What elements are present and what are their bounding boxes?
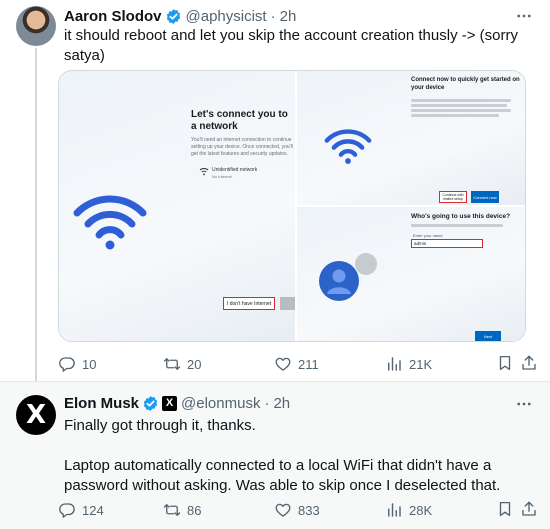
no-internet-button[interactable]: I don't have Internet — [223, 297, 275, 310]
views-count: 28K — [409, 502, 433, 518]
tweet-text: Finally got through it, thanks. Laptop a… — [64, 417, 501, 494]
text-line — [411, 109, 511, 112]
avatar[interactable]: X — [16, 395, 56, 435]
repost-button[interactable]: 20 — [163, 354, 201, 374]
repost-count: 86 — [187, 502, 202, 518]
heart-icon — [275, 357, 291, 371]
repost-icon — [163, 358, 181, 370]
bookmark-icon[interactable] — [496, 500, 514, 518]
more-options-icon[interactable] — [514, 6, 534, 26]
network-name: Unidentified network — [212, 167, 258, 173]
media-grid[interactable]: Let's connect you to a network You'll ne… — [58, 70, 526, 342]
connect-network-title: Let's connect you to a network — [191, 109, 288, 132]
text-line — [411, 114, 499, 117]
views-icon — [388, 357, 401, 371]
author-handle[interactable]: @elonmusk — [181, 395, 260, 412]
connect-network-subtitle: You'll need an internet connection to co… — [191, 137, 293, 157]
affiliate-badge-icon[interactable]: X — [162, 395, 178, 411]
text-line — [411, 224, 503, 227]
views-button[interactable]: 28K — [385, 500, 432, 520]
name-field-label: Enter your name — [413, 233, 443, 238]
x-logo-icon: X — [25, 400, 47, 430]
disabled-next-button — [280, 297, 295, 310]
wifi-icon — [324, 129, 372, 164]
more-options-icon[interactable] — [514, 394, 534, 414]
repost-count: 20 — [187, 356, 202, 372]
bookmark-icon[interactable] — [496, 354, 514, 372]
connect-now-button[interactable]: Connect now — [471, 191, 499, 203]
separator-dot: · — [270, 7, 276, 25]
name-field[interactable]: admin — [411, 239, 483, 248]
share-icon[interactable] — [520, 354, 538, 372]
reply-count: 124 — [82, 502, 104, 518]
separator-dot: · — [264, 394, 270, 412]
wifi-icon — [73, 195, 147, 250]
who-uses-device-title: Who's going to use this device? — [411, 213, 511, 220]
text-line — [411, 104, 507, 107]
screenshot-limited-setup[interactable]: Connect now to quickly get started on yo… — [297, 71, 525, 205]
views-icon — [388, 503, 401, 517]
tweet-aaron-slodov[interactable]: Aaron Slodov @aphysicist · 2h it should … — [0, 0, 550, 381]
views-count: 21K — [409, 356, 433, 372]
author-handle[interactable]: @aphysicist — [186, 8, 267, 25]
text-line — [411, 99, 511, 102]
thread-line — [35, 48, 37, 381]
views-button[interactable]: 21K — [385, 354, 432, 374]
reply-count: 10 — [82, 356, 97, 372]
screenshot-who-uses-device[interactable]: Who's going to use this device? Enter yo… — [297, 207, 525, 341]
user-avatar-icon — [319, 261, 359, 301]
tweet-header: Elon Musk X @elonmusk · 2h — [64, 393, 290, 413]
screenshot-connect-network[interactable]: Let's connect you to a network You'll ne… — [59, 71, 295, 341]
reply-button[interactable]: 10 — [58, 354, 96, 374]
reply-button[interactable]: 124 — [58, 500, 104, 520]
avatar[interactable] — [16, 6, 56, 46]
network-status: No Internet — [212, 174, 232, 179]
like-button[interactable]: 833 — [274, 500, 320, 520]
author-name[interactable]: Elon Musk — [64, 395, 139, 412]
share-icon[interactable] — [520, 500, 538, 518]
limited-setup-title: Connect now to quickly get started on yo… — [411, 77, 520, 91]
timestamp[interactable]: 2h — [280, 8, 297, 25]
action-bar: 124 86 833 28K — [58, 500, 536, 520]
author-name[interactable]: Aaron Slodov — [64, 8, 162, 25]
timestamp[interactable]: 2h — [273, 395, 290, 412]
tweet-text: it should reboot and let you skip the ac… — [64, 27, 523, 64]
verified-badge-icon[interactable] — [165, 8, 182, 25]
repost-icon — [163, 504, 181, 516]
next-button[interactable]: Next — [475, 331, 501, 341]
like-button[interactable]: 211 — [274, 354, 319, 374]
heart-icon — [275, 503, 291, 517]
network-signal-icon — [199, 168, 209, 176]
limited-setup-button[interactable]: Continue with limited setup — [439, 191, 467, 203]
verified-badge-icon[interactable] — [142, 395, 159, 412]
reply-icon — [59, 503, 75, 518]
like-count: 211 — [298, 356, 319, 372]
reply-icon — [59, 357, 75, 372]
action-bar: 10 20 211 21K — [58, 354, 536, 374]
tweet-header: Aaron Slodov @aphysicist · 2h — [64, 6, 296, 26]
repost-button[interactable]: 86 — [163, 500, 201, 520]
like-count: 833 — [298, 502, 320, 518]
